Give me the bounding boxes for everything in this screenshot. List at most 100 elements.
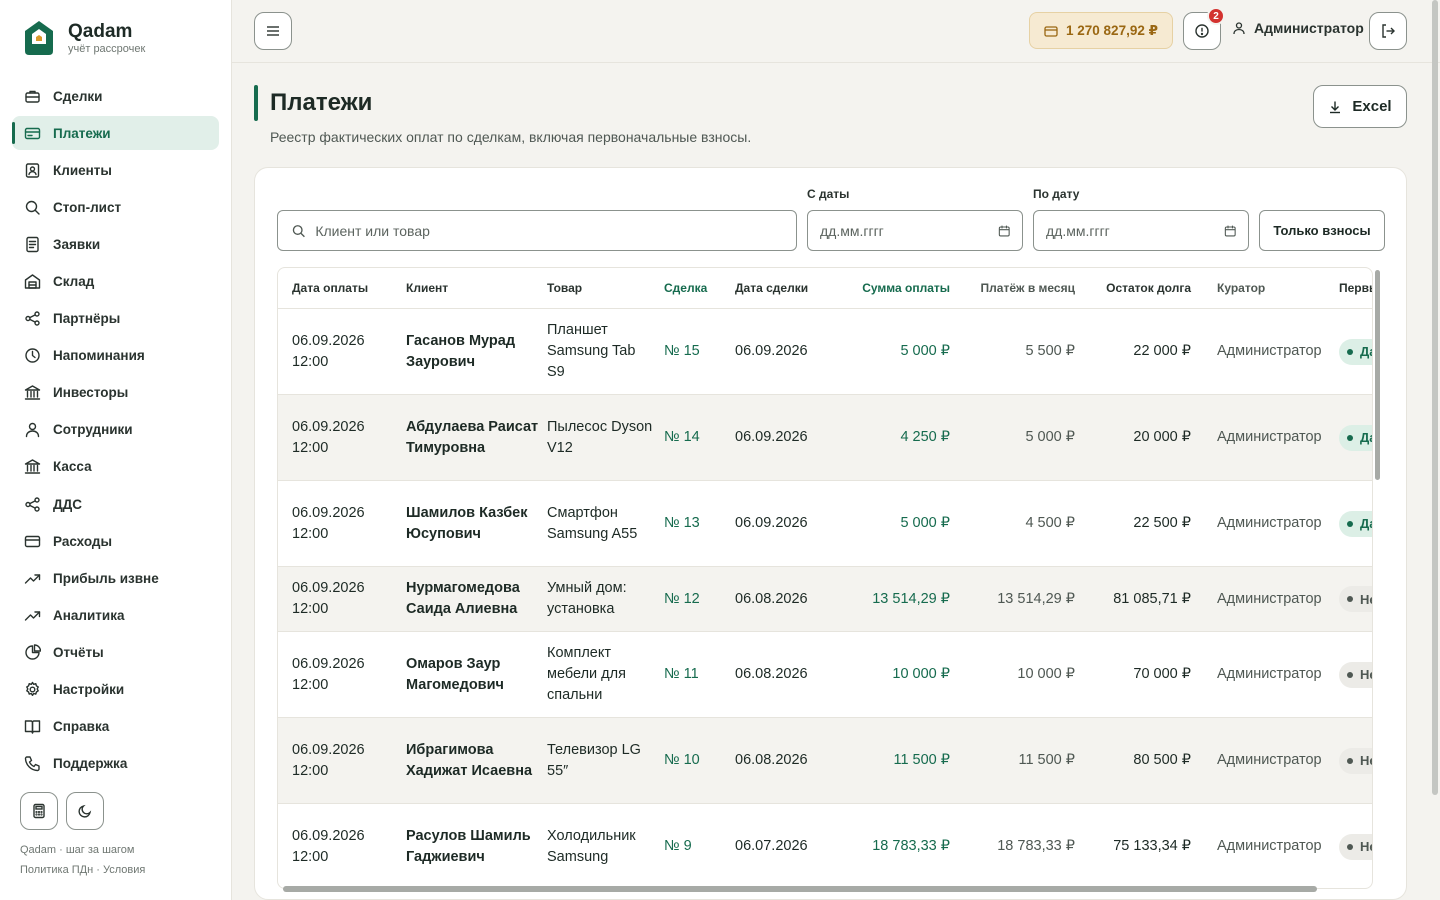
menu-toggle-button[interactable]: [254, 12, 292, 50]
deal-date-cell: 06.09.2026: [735, 343, 808, 359]
sidebar-item-label: Расходы: [53, 533, 113, 549]
footer-links[interactable]: Политика ПДн · Условия: [20, 860, 145, 880]
sidebar-item-6[interactable]: Партнёры: [12, 302, 219, 336]
deal-link[interactable]: № 12: [664, 589, 735, 610]
trend-up-icon: [24, 574, 41, 584]
sidebar-item-label: Клиенты: [53, 162, 112, 178]
table-row[interactable]: 06.09.2026 12:00 Гасанов Мурад Заурович Пл…: [278, 308, 1372, 394]
debt-remaining-cell: 22 000 ₽: [1133, 343, 1191, 359]
table-body: 06.09.2026 12:00 Гасанов Мурад Заурович Пл…: [278, 308, 1372, 888]
table-header: Дата оплаты Клиент Товар Сделка Дата сделки С…: [278, 268, 1372, 308]
sidebar-item-2[interactable]: Клиенты: [12, 153, 219, 187]
product-cell: Умный дом: установка: [547, 580, 627, 617]
debt-remaining-cell: 81 085,71 ₽: [1113, 590, 1191, 607]
sidebar-item-1[interactable]: Платежи: [12, 116, 219, 151]
deal-link[interactable]: № 13: [664, 513, 735, 534]
only-down-payments-button[interactable]: Только взносы: [1259, 210, 1385, 251]
contact-icon: [25, 162, 40, 178]
sidebar-item-17[interactable]: Справка: [12, 710, 219, 744]
calculator-button[interactable]: [20, 792, 58, 830]
table-vertical-scrollbar[interactable]: [1375, 270, 1380, 480]
status-dot: [1347, 520, 1353, 527]
table-row[interactable]: 06.09.2026 12:00 Шамилов Казбек Юсупович С…: [278, 480, 1372, 566]
search-input[interactable]: [315, 222, 796, 239]
payment-date-cell: 06.09.2026 12:00: [292, 504, 365, 542]
sidebar-item-3[interactable]: Стоп-лист: [12, 190, 219, 224]
sidebar-item-8[interactable]: Инвесторы: [12, 376, 219, 410]
hamburger-icon: [267, 26, 279, 36]
column-header[interactable]: Остаток долга: [1085, 278, 1205, 299]
date-from-input[interactable]: [820, 222, 990, 239]
table-row[interactable]: 06.09.2026 12:00 Омаров Заур Магомедович К…: [278, 631, 1372, 717]
user-menu[interactable]: Администратор: [1232, 20, 1364, 36]
balance-badge[interactable]: 1 270 827,92 ₽: [1029, 12, 1173, 49]
theme-toggle-button[interactable]: [66, 792, 104, 830]
deal-link[interactable]: № 15: [664, 341, 735, 362]
sidebar-item-16[interactable]: Настройки: [12, 673, 219, 707]
first-payment-text: Да: [1360, 516, 1372, 531]
sidebar-item-14[interactable]: Аналитика: [12, 598, 219, 632]
table-row[interactable]: 06.09.2026 12:00 Ибрагимова Хадижат Исаев…: [278, 717, 1372, 803]
sidebar-item-12[interactable]: Расходы: [12, 524, 219, 558]
user-icon: [1233, 22, 1245, 35]
deal-link[interactable]: № 9: [664, 836, 735, 857]
date-from-field[interactable]: [807, 210, 1023, 251]
column-header[interactable]: Платёж в месяц: [960, 278, 1085, 299]
deal-link[interactable]: № 10: [664, 750, 735, 771]
column-header[interactable]: Дата сделки: [735, 278, 843, 299]
sidebar-item-7[interactable]: Напоминания: [12, 339, 219, 373]
product-cell: Пылесос Dyson V12: [547, 418, 653, 456]
deal-link[interactable]: № 11: [664, 664, 735, 685]
first-payment-cell: Да: [1339, 424, 1372, 451]
sidebar-item-9[interactable]: Сотрудники: [12, 413, 219, 447]
calendar-icon[interactable]: [1224, 224, 1236, 238]
brand[interactable]: Qadam учёт рассрочек: [24, 20, 145, 56]
deal-date-cell: 06.08.2026: [735, 666, 808, 682]
table-row[interactable]: 06.09.2026 12:00 Абдулаева Раисат Тимуров…: [278, 394, 1372, 480]
search-icon: [292, 224, 305, 237]
page-subtitle: Реестр фактических оплат по сделкам, вкл…: [270, 129, 752, 145]
sidebar-item-10[interactable]: Касса: [12, 450, 219, 484]
sidebar-item-label: Прибыль извне: [53, 570, 159, 586]
column-header[interactable]: Первы: [1339, 278, 1372, 299]
date-to-input[interactable]: [1046, 222, 1216, 239]
sidebar-item-11[interactable]: ДДС: [12, 487, 219, 521]
payment-date-cell: 06.09.2026 12:00: [292, 418, 365, 456]
sidebar-item-18[interactable]: Поддержка: [12, 747, 219, 781]
status-dot: [1347, 757, 1353, 764]
client-cell: Омаров Заур Магомедович: [406, 655, 504, 693]
export-excel-button[interactable]: Excel: [1313, 85, 1407, 128]
logout-button[interactable]: [1369, 12, 1407, 50]
payment-amount-cell: 13 514,29 ₽: [872, 590, 950, 607]
date-to-field[interactable]: [1033, 210, 1249, 251]
search-box[interactable]: [277, 210, 797, 251]
first-payment-cell: Да: [1339, 510, 1372, 537]
column-header[interactable]: Сумма оплаты: [843, 278, 960, 299]
column-header[interactable]: Сделка: [664, 278, 735, 299]
balance-value: 1 270 827,92 ₽: [1066, 22, 1158, 38]
column-header[interactable]: Товар: [547, 278, 664, 299]
sidebar-item-13[interactable]: Прибыль извне: [12, 561, 219, 595]
wallet-icon: [24, 535, 41, 547]
page-scrollbar[interactable]: [1432, 0, 1438, 795]
product-cell: Комплект мебели для спальни: [547, 645, 626, 703]
page-title: Платежи: [270, 89, 373, 116]
deal-link[interactable]: № 14: [664, 427, 735, 448]
calendar-icon[interactable]: [998, 224, 1010, 238]
sidebar-item-label: ДДС: [53, 496, 82, 512]
sidebar-item-0[interactable]: Сделки: [12, 79, 219, 113]
briefcase-icon: [25, 90, 40, 103]
sidebar-item-15[interactable]: Отчёты: [12, 635, 219, 669]
column-header[interactable]: Дата оплаты: [278, 278, 406, 299]
wallet-icon: [1044, 25, 1058, 37]
column-header[interactable]: Клиент: [406, 278, 547, 299]
column-header[interactable]: Куратор: [1205, 278, 1339, 299]
sidebar-item-label: Платежи: [53, 125, 111, 141]
brand-subtitle: учёт рассрочек: [68, 42, 146, 55]
table-row[interactable]: 06.09.2026 12:00 Нурмагомедова Саида Алие…: [278, 566, 1372, 631]
deal-date-cell: 06.08.2026: [735, 590, 808, 607]
sidebar-item-4[interactable]: Заявки: [12, 227, 219, 261]
sidebar-item-5[interactable]: Склад: [12, 264, 219, 298]
table-row[interactable]: 06.09.2026 12:00 Расулов Шамиль Гаджиевич…: [278, 803, 1372, 888]
table-horizontal-scrollbar[interactable]: [283, 886, 1317, 892]
